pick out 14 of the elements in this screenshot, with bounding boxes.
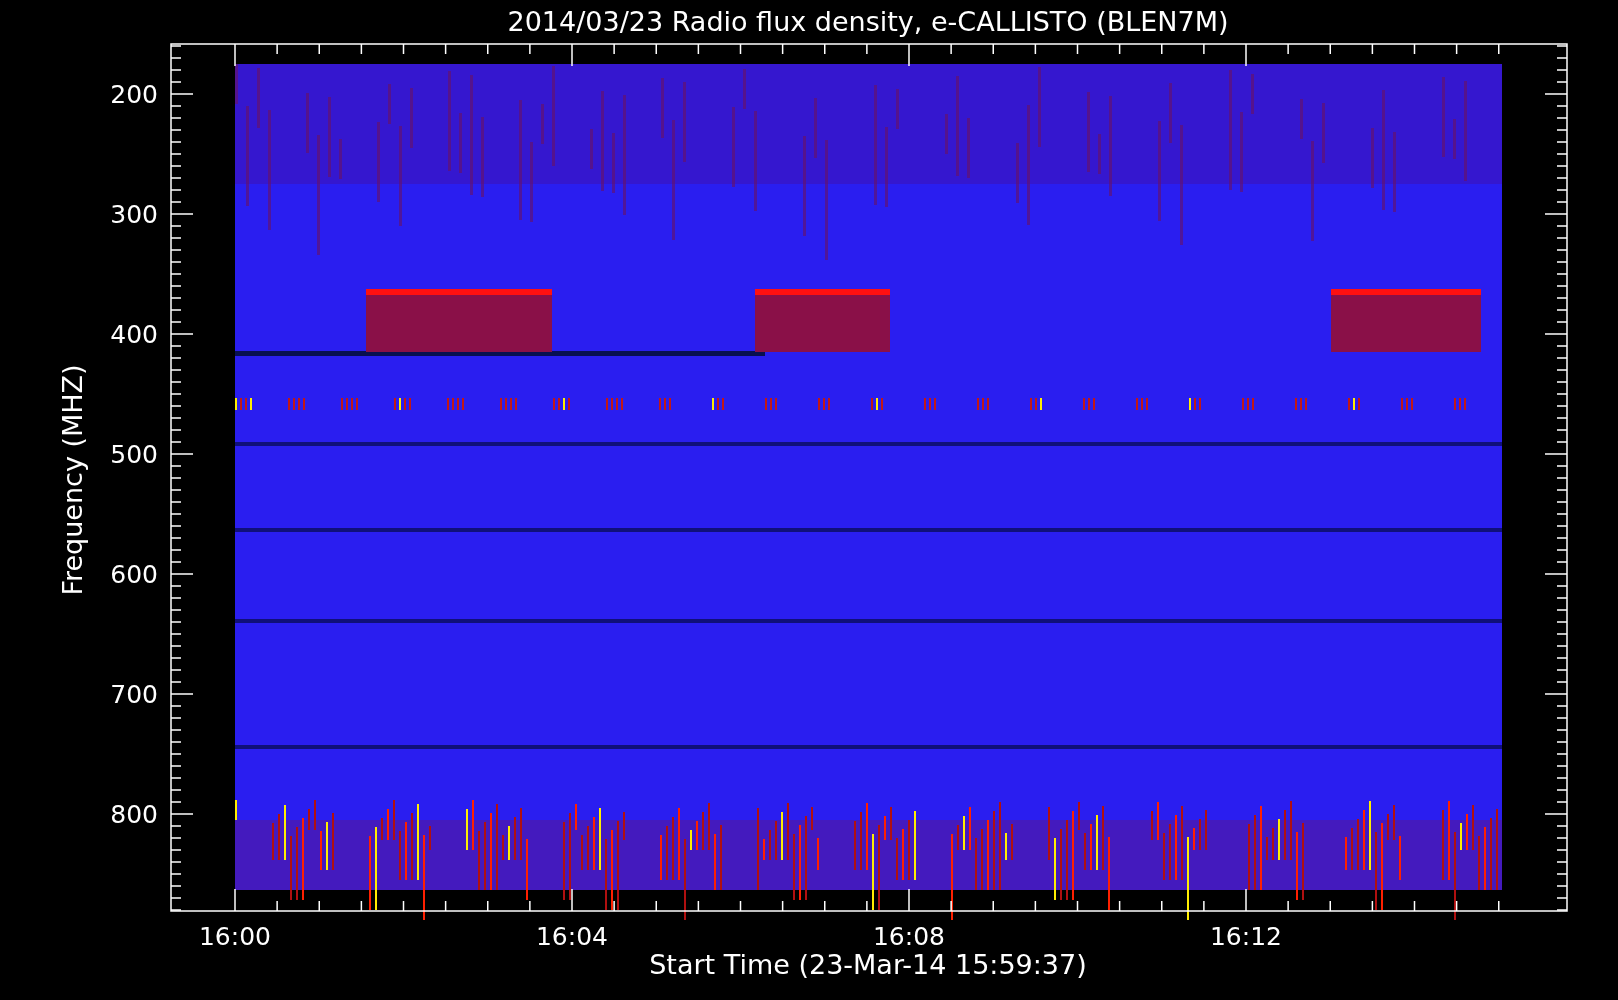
y-tick-label: 400 xyxy=(110,320,158,349)
x-tick-label: 16:00 xyxy=(199,922,271,951)
y-tick-label: 800 xyxy=(110,800,158,829)
y-tick-label: 700 xyxy=(110,680,158,709)
y-tick-label: 500 xyxy=(110,440,158,469)
x-tick-label: 16:08 xyxy=(873,922,945,951)
y-tick-label: 300 xyxy=(110,200,158,229)
y-tick-label: 200 xyxy=(110,80,158,109)
x-tick-label: 16:04 xyxy=(536,922,608,951)
chart-title: 2014/03/23 Radio flux density, e-CALLISTO (BLEN7M) xyxy=(507,6,1229,37)
x-axis-label: Start Time (23-Mar-14 15:59:37) xyxy=(649,949,1087,980)
y-axis-label: Frequency (MHZ) xyxy=(57,364,88,596)
x-tick-label: 16:12 xyxy=(1210,922,1282,951)
y-tick-label: 600 xyxy=(110,560,158,589)
